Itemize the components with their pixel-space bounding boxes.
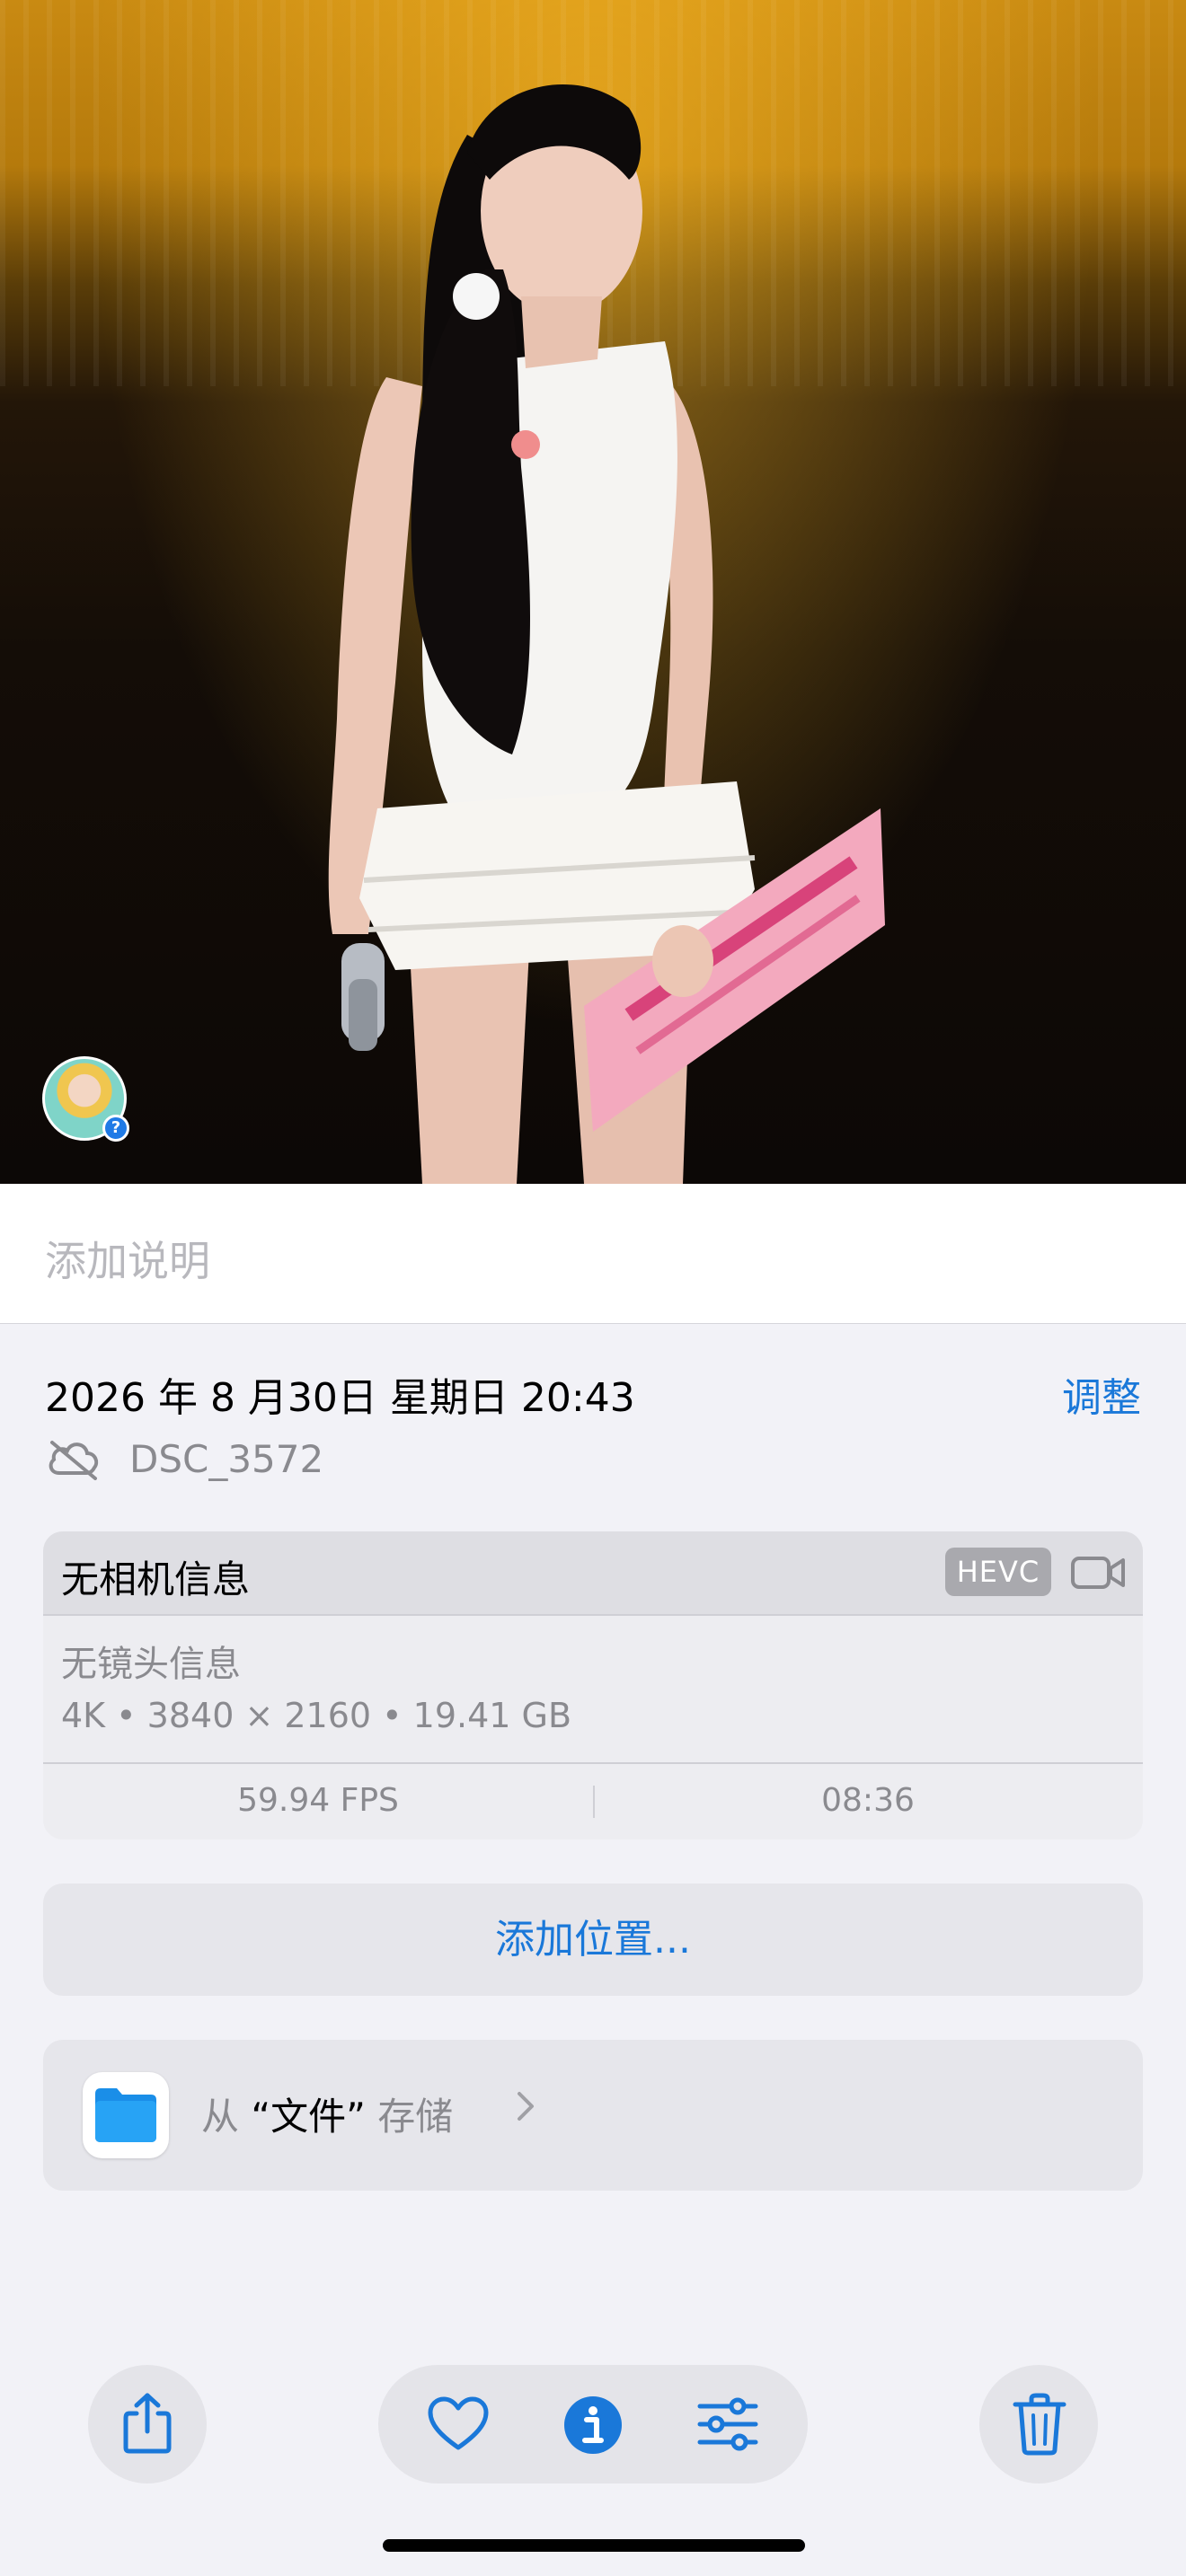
saved-from-files-row[interactable]: 从 “文件” 存储 xyxy=(43,2040,1143,2191)
saved-from-label: 从 “文件” 存储 xyxy=(201,2086,453,2141)
camera-model: 无相机信息 xyxy=(61,1557,251,1601)
caption-field[interactable]: 添加说明 xyxy=(0,1184,1186,1324)
unknown-person-badge: ? xyxy=(102,1115,129,1142)
info-button[interactable] xyxy=(538,2365,646,2483)
trash-icon xyxy=(1013,2393,1067,2456)
favorite-button[interactable] xyxy=(403,2365,511,2483)
capture-datetime: 2026 年 8 月30日 星期日 20:43 xyxy=(45,1375,635,1421)
caption-placeholder: 添加说明 xyxy=(45,1237,210,1285)
files-app-name: “文件” xyxy=(251,2095,366,2139)
filename: DSC_3572 xyxy=(129,1436,324,1481)
photo-subject xyxy=(328,84,885,1184)
share-button[interactable] xyxy=(88,2365,207,2483)
video-camera-icon xyxy=(1071,1557,1125,1589)
photo-actions-group xyxy=(378,2365,808,2483)
saved-from-prefix: 从 xyxy=(201,2095,240,2139)
home-indicator[interactable] xyxy=(383,2539,805,2552)
files-app-icon xyxy=(83,2072,169,2158)
photo-view[interactable]: ? xyxy=(0,0,1186,1184)
delete-button[interactable] xyxy=(979,2365,1098,2483)
adjust-datetime-button[interactable]: 调整 xyxy=(1062,1365,1141,1423)
filename-row: DSC_3572 xyxy=(45,1434,323,1484)
camera-info-header: 无相机信息 HEVC xyxy=(43,1531,1143,1616)
cloud-off-icon xyxy=(49,1441,99,1480)
frame-rate: 59.94 FPS xyxy=(237,1782,399,1819)
codec-badge: HEVC xyxy=(945,1548,1051,1596)
chevron-right-icon xyxy=(518,2092,534,2121)
heart-icon xyxy=(428,2396,489,2450)
info-icon xyxy=(564,2396,622,2454)
camera-info-card: 无相机信息 HEVC 无镜头信息 4K • 3840 × 2160 • 19.4… xyxy=(43,1531,1143,1839)
lens-info: 无镜头信息 xyxy=(61,1644,241,1685)
person-avatar[interactable]: ? xyxy=(42,1056,129,1142)
saved-from-suffix: 存储 xyxy=(377,2095,454,2139)
share-icon xyxy=(123,2393,172,2454)
adjust-sliders-icon xyxy=(697,2397,758,2451)
add-location-button[interactable]: 添加位置... xyxy=(43,1883,1143,1996)
camera-info-footer: 59.94 FPS 08:36 xyxy=(43,1762,1143,1839)
edit-button[interactable] xyxy=(673,2365,781,2483)
video-duration: 08:36 xyxy=(821,1782,915,1819)
video-specs: 4K • 3840 × 2160 • 19.41 GB xyxy=(61,1696,572,1735)
